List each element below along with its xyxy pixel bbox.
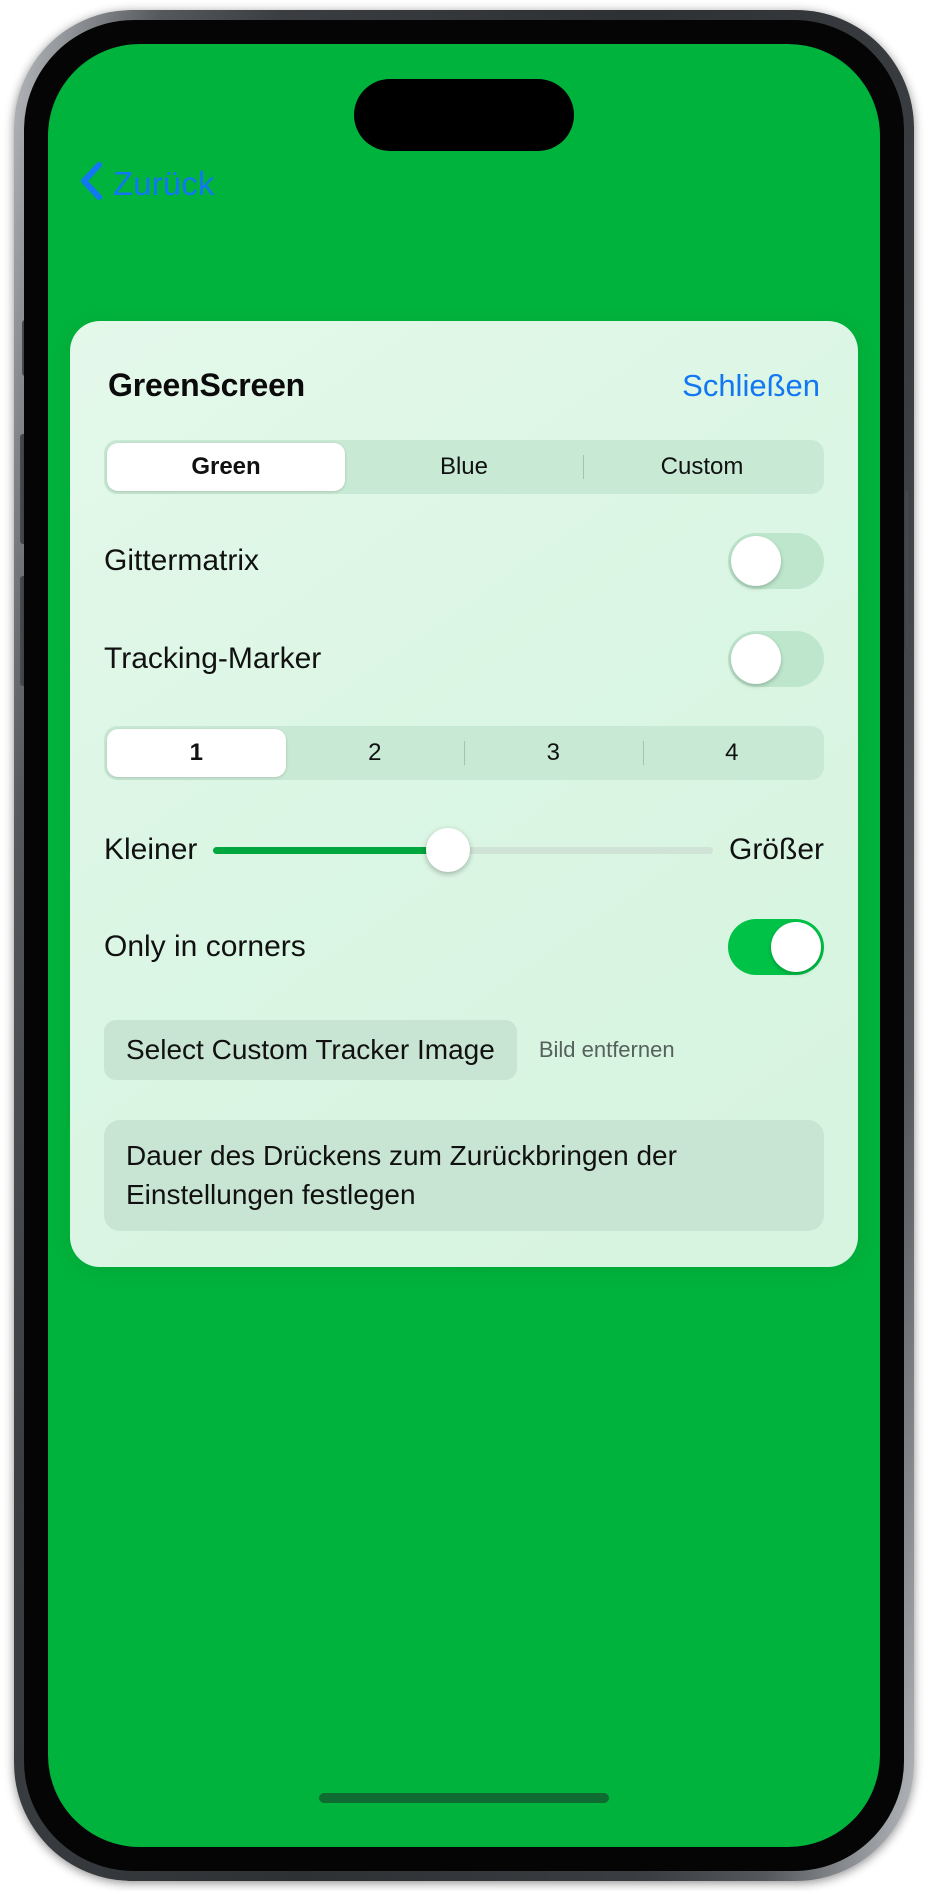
marker-size-slider[interactable]	[213, 820, 713, 880]
card-header: GreenScreen Schließen	[70, 321, 858, 404]
segment-green[interactable]: Green	[107, 443, 345, 491]
dynamic-island	[354, 79, 574, 151]
slider-max-label: Größer	[728, 833, 824, 866]
slider-thumb[interactable]	[426, 828, 471, 872]
grid-matrix-row: Gittermatrix	[70, 530, 858, 592]
remove-image-button[interactable]: Bild entfernen	[539, 1037, 675, 1063]
page-title: GreenScreen	[108, 367, 306, 403]
toggle-knob	[771, 922, 821, 972]
marker-count-segmented-control[interactable]: 1 2 3 4	[104, 726, 824, 780]
tracking-marker-toggle[interactable]	[728, 631, 824, 687]
marker-size-slider-row: Kleiner Größer	[70, 820, 858, 880]
slider-min-label: Kleiner	[104, 833, 198, 866]
segment-count-4[interactable]: 4	[642, 729, 822, 777]
color-mode-segmented-control[interactable]: Green Blue Custom	[104, 440, 824, 494]
close-button[interactable]: Schließen	[682, 368, 820, 404]
back-button-label: Zurück	[113, 164, 215, 202]
grid-matrix-toggle[interactable]	[728, 533, 824, 589]
tracking-marker-label: Tracking-Marker	[104, 642, 322, 675]
tracking-marker-row: Tracking-Marker	[70, 628, 858, 690]
back-button[interactable]: Zurück	[80, 162, 214, 205]
toggle-knob	[731, 536, 781, 586]
phone-bezel: Zurück GreenScreen Schließen Green Blue …	[24, 20, 904, 1871]
select-custom-tracker-image-button[interactable]: Select Custom Tracker Image	[104, 1020, 517, 1080]
slider-fill	[213, 847, 449, 854]
only-in-corners-row: Only in corners	[70, 916, 858, 978]
segment-blue[interactable]: Blue	[345, 443, 583, 491]
press-duration-setting-button[interactable]: Dauer des Drückens zum Zurückbringen der…	[104, 1120, 824, 1232]
segment-count-2[interactable]: 2	[286, 729, 465, 777]
segment-custom[interactable]: Custom	[583, 443, 821, 491]
segment-count-1[interactable]: 1	[107, 729, 286, 777]
chevron-left-icon	[80, 162, 102, 205]
greenscreen-settings-card: GreenScreen Schließen Green Blue Custom …	[70, 321, 858, 1268]
toggle-knob	[731, 634, 781, 684]
phone-frame: Zurück GreenScreen Schließen Green Blue …	[14, 10, 914, 1881]
phone-screen: Zurück GreenScreen Schließen Green Blue …	[48, 44, 880, 1847]
only-in-corners-toggle[interactable]	[728, 919, 824, 975]
only-in-corners-label: Only in corners	[104, 930, 306, 963]
home-indicator[interactable]	[319, 1793, 609, 1803]
segment-count-3[interactable]: 3	[464, 729, 643, 777]
grid-matrix-label: Gittermatrix	[104, 544, 260, 577]
tracker-image-row: Select Custom Tracker Image Bild entfern…	[70, 1020, 858, 1080]
